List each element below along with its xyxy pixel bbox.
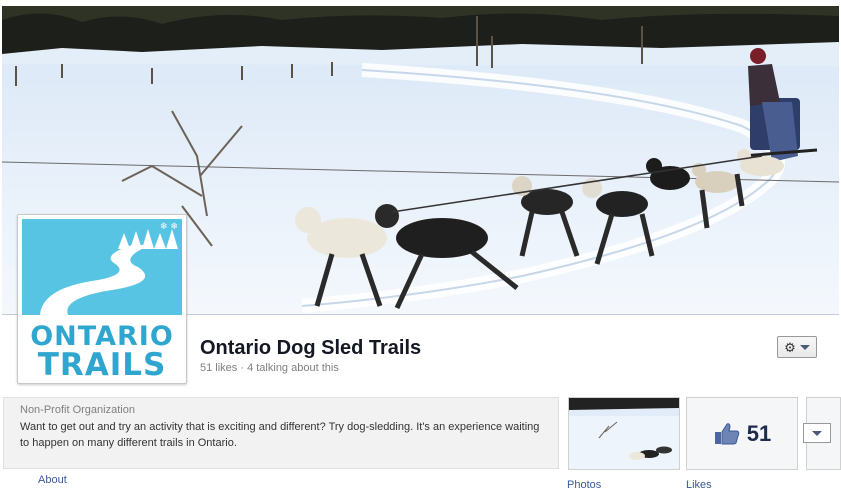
likes-stat[interactable]: 51 likes — [200, 362, 237, 374]
chevron-down-icon — [812, 430, 822, 436]
page-settings-button[interactable]: ⚙ — [777, 336, 817, 358]
more-apps-button[interactable] — [803, 423, 831, 443]
talking-stat[interactable]: 4 talking about this — [247, 362, 339, 374]
photos-thumbnail — [569, 398, 679, 469]
photos-label[interactable]: Photos — [567, 479, 601, 491]
page-category: Non-Profit Organization — [20, 404, 135, 416]
about-link[interactable]: About — [38, 474, 67, 486]
logo-text-trails: TRAILS — [37, 347, 167, 383]
profile-picture[interactable]: ❄ ❄ ONTARIO TRAILS — [17, 214, 187, 384]
likes-tile[interactable]: 51 — [686, 397, 798, 470]
page-description: Want to get out and try an activity that… — [20, 421, 540, 449]
chevron-down-icon — [799, 344, 810, 350]
likes-label[interactable]: Likes — [686, 479, 712, 491]
page-title[interactable]: Ontario Dog Sled Trails — [200, 337, 421, 360]
page-stats: 51 likes · 4 talking about this — [200, 362, 339, 374]
about-box: Non-Profit Organization Want to get out … — [3, 397, 559, 469]
photos-tile[interactable] — [568, 397, 680, 470]
thumbs-up-icon — [714, 422, 740, 444]
stat-separator: · — [237, 362, 248, 374]
likes-count: 51 — [746, 420, 772, 446]
svg-text:❄ ❄: ❄ ❄ — [160, 222, 178, 232]
gear-icon: ⚙ — [784, 339, 796, 355]
